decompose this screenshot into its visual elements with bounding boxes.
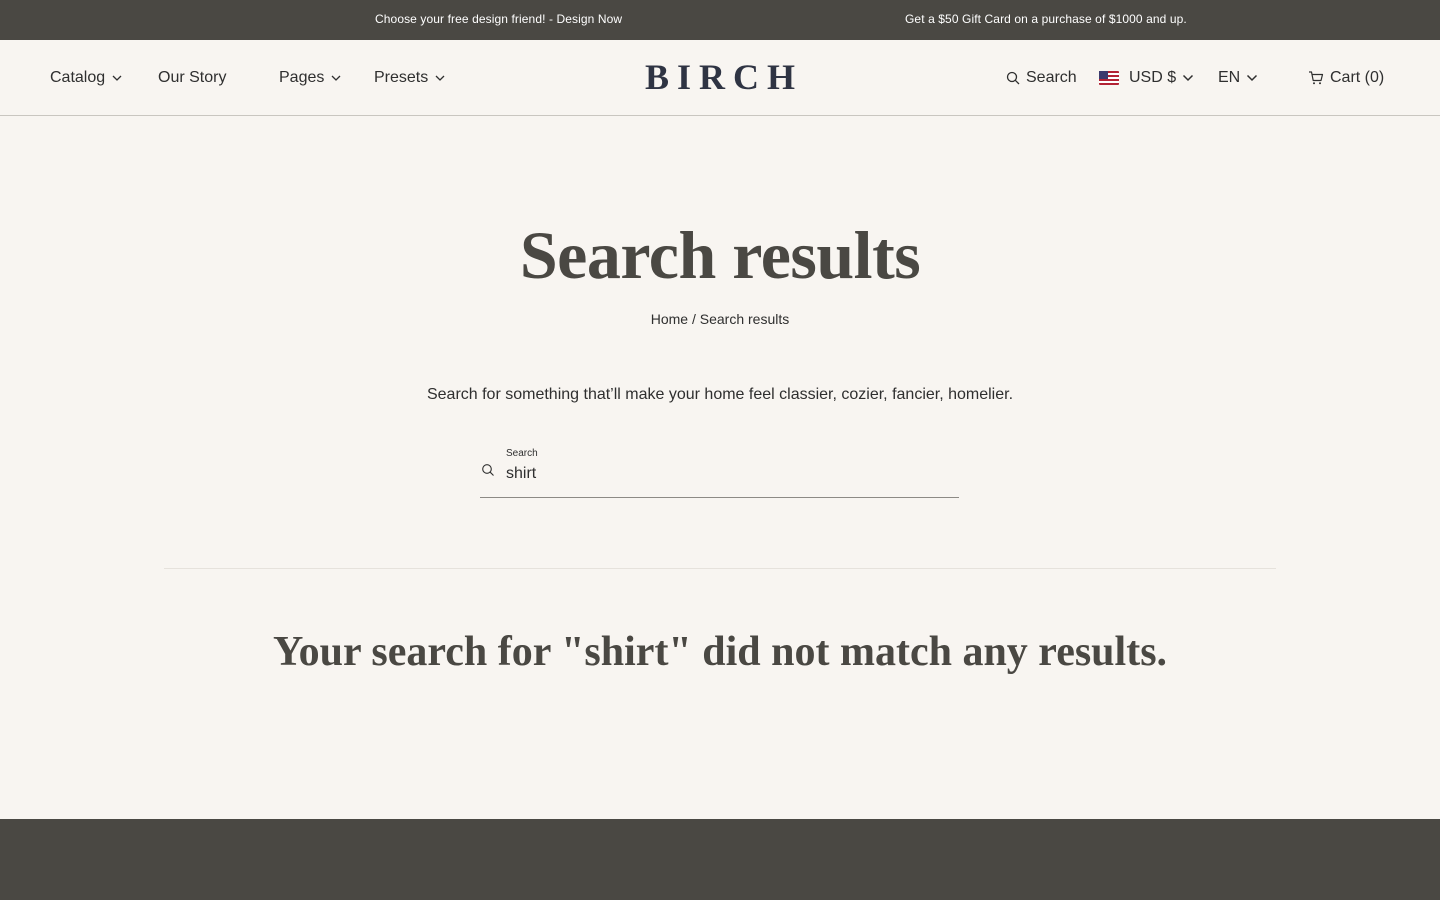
page-title: Search results [519,217,921,293]
no-results-message: Your search for "shirt" did not match an… [272,629,1168,675]
search-field-label: Search [506,448,538,459]
announcement-bar: Choose your free design friend! - Design… [0,0,1440,40]
language-selector[interactable]: EN [1218,68,1258,88]
nav-pages[interactable]: Pages [279,68,342,88]
nav-catalog[interactable]: Catalog [50,68,123,88]
search-input[interactable] [506,464,946,484]
nav-presets[interactable]: Presets [374,68,446,88]
search-icon [1006,71,1020,85]
breadcrumb: Home / Search results [0,311,1440,327]
header-search-label: Search [1026,69,1077,86]
announcement-gift-card[interactable]: Get a $50 Gift Card on a purchase of $10… [905,12,1187,26]
nav-presets-label: Presets [374,69,429,86]
nav-pages-label: Pages [279,69,325,86]
nav-our-story[interactable]: Our Story [158,68,226,88]
chevron-down-icon [1182,72,1194,84]
search-form: Search [480,444,959,498]
nav-catalog-label: Catalog [50,69,106,86]
breadcrumb-home-link[interactable]: Home [651,311,688,327]
announcement-design-now[interactable]: Choose your free design friend! - Design… [375,12,622,26]
site-header: Catalog Our Story Pages Presets BIRCH Se… [0,40,1440,116]
search-intro-text: Search for something that’ll make your h… [426,386,1014,403]
site-footer [0,819,1440,900]
search-icon[interactable] [481,463,495,477]
cart-label: Cart (0) [1330,69,1385,86]
chevron-down-icon [111,72,123,84]
currency-label: USD $ [1129,69,1177,86]
header-search-button[interactable]: Search [1006,68,1077,88]
nav-our-story-label: Our Story [158,69,227,86]
site-logo[interactable]: BIRCH [620,56,820,98]
cart-button[interactable]: Cart (0) [1308,68,1384,88]
us-flag-icon [1099,71,1119,85]
breadcrumb-current: Search results [699,311,790,327]
breadcrumb-separator: / [691,311,696,327]
chevron-down-icon [434,72,446,84]
chevron-down-icon [330,72,342,84]
currency-selector[interactable]: USD $ [1099,68,1194,88]
chevron-down-icon [1246,72,1258,84]
cart-icon [1308,70,1324,86]
section-divider [164,568,1276,569]
language-label: EN [1218,69,1241,86]
